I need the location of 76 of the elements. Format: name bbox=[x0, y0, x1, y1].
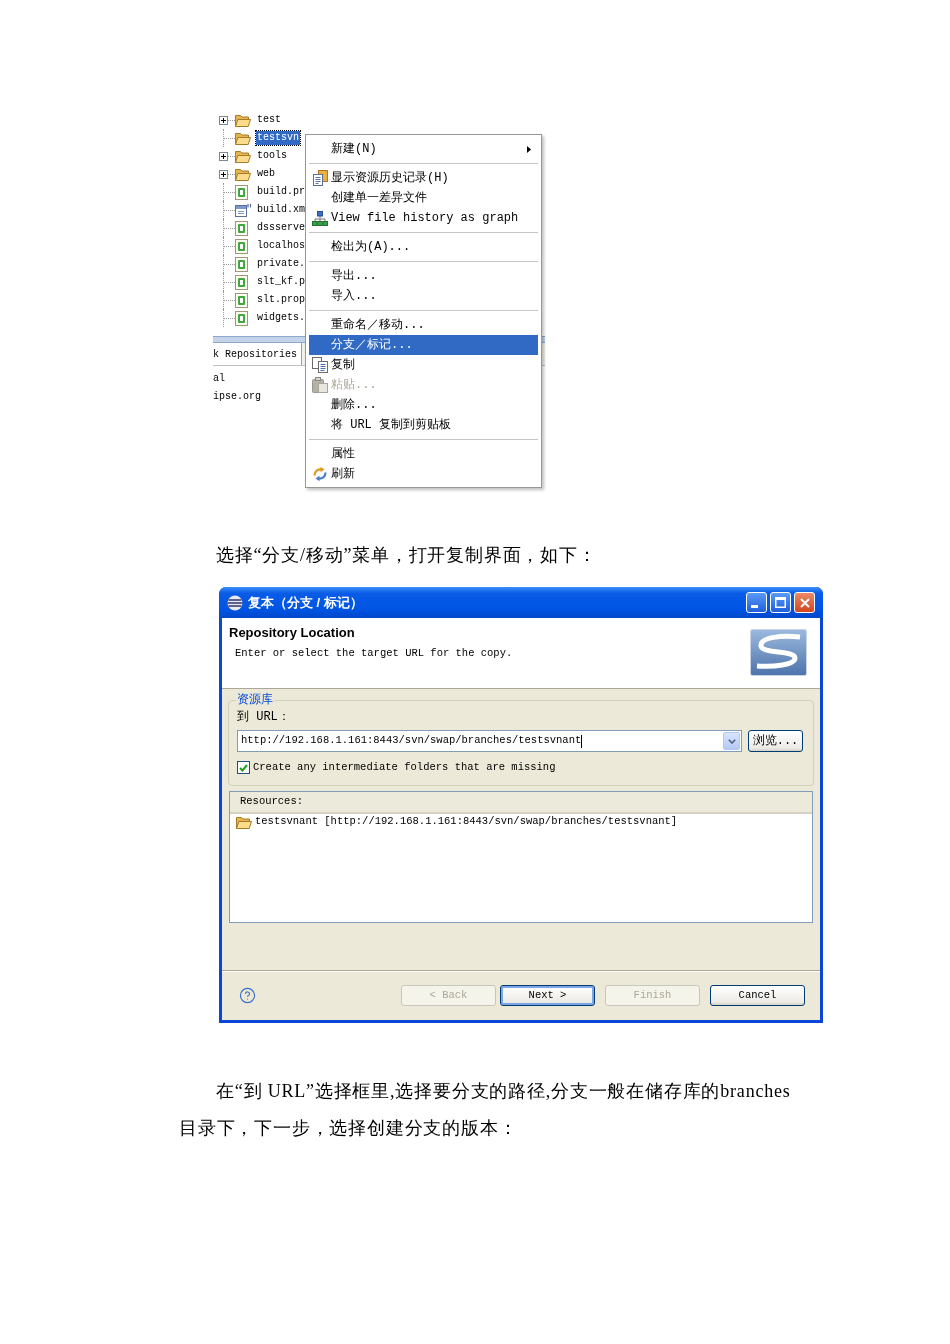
help-icon[interactable] bbox=[239, 987, 256, 1004]
field-label: 到 URL： bbox=[237, 710, 290, 724]
menu-item[interactable]: 删除... bbox=[309, 395, 538, 415]
swoosh-logo-icon bbox=[750, 629, 807, 677]
file-icon bbox=[235, 256, 248, 272]
minimize-button[interactable] bbox=[746, 592, 767, 613]
documents-icon bbox=[312, 170, 328, 186]
menu-item[interactable]: 重命名／移动... bbox=[309, 315, 538, 335]
browse-button[interactable]: 浏览... bbox=[748, 730, 803, 752]
menu-item[interactable]: 分支／标记... bbox=[309, 335, 538, 355]
close-icon bbox=[799, 597, 810, 608]
menu-item[interactable]: 导入... bbox=[309, 286, 538, 306]
clipboard-icon bbox=[312, 377, 328, 393]
dialog-button[interactable]: Cancel bbox=[710, 985, 805, 1006]
repository-item[interactable]: al bbox=[213, 369, 225, 387]
resource-row[interactable]: testsvnant [http://192.168.1.161:8443/svn/swap/branches/testsvnant] bbox=[255, 814, 678, 831]
folder-icon bbox=[235, 113, 251, 127]
menu-item[interactable]: View file history as graph bbox=[309, 208, 538, 228]
dropdown-button[interactable] bbox=[723, 732, 740, 750]
plus-box-icon[interactable] bbox=[219, 169, 228, 179]
minimize-icon bbox=[751, 605, 758, 608]
menu-item[interactable]: 将 URL 复制到剪贴板 bbox=[309, 415, 538, 435]
folder-icon bbox=[235, 149, 251, 163]
dialog-button[interactable]: Next > bbox=[500, 985, 595, 1006]
url-combobox[interactable]: http://192.168.1.161:8443/svn/swap/branches/testsvnant bbox=[237, 730, 742, 752]
tree-item-label[interactable]: web bbox=[256, 167, 276, 181]
chevron-down-icon bbox=[727, 738, 736, 744]
folder-icon bbox=[236, 815, 252, 829]
tree-item-label[interactable]: build.xm bbox=[256, 203, 306, 217]
node-tree-icon bbox=[312, 210, 328, 226]
plus-box-icon[interactable] bbox=[219, 151, 228, 161]
tree-item-label[interactable]: testsvn bbox=[256, 131, 300, 145]
tree-item-label[interactable]: widgets. bbox=[256, 311, 306, 325]
menu-item[interactable]: 导出... bbox=[309, 266, 538, 286]
paragraph: 选择“分支/移动”菜单，打开复制界面，如下： bbox=[216, 545, 597, 565]
paragraph: 在“到 URL”选择框里,选择要分支的路径,分支一般在储存库的branches目录下，下一步，选择创建分支的版本： bbox=[179, 1080, 792, 1140]
file-icon bbox=[235, 292, 248, 308]
checkbox[interactable] bbox=[237, 761, 250, 775]
menu-item[interactable]: 刷新 bbox=[309, 464, 538, 484]
tree-item-label[interactable]: build.pr bbox=[256, 185, 306, 199]
striped-sphere-icon bbox=[227, 594, 243, 611]
menu-item[interactable]: 新建(N) bbox=[309, 139, 538, 159]
menu-item[interactable]: 创建单一差异文件 bbox=[309, 188, 538, 208]
column-header: Resources: bbox=[230, 791, 812, 814]
view-tab[interactable]: k Repositories bbox=[213, 343, 302, 365]
folder-icon bbox=[235, 167, 251, 181]
page-title: Repository Location bbox=[229, 625, 355, 641]
file-icon bbox=[235, 238, 248, 254]
tree-item-label[interactable]: slt.prop bbox=[256, 293, 306, 307]
tree-item-label[interactable]: localhos bbox=[256, 239, 306, 253]
maximize-button[interactable] bbox=[770, 592, 791, 613]
menu-item[interactable]: 复制 bbox=[309, 355, 538, 375]
file-icon bbox=[235, 274, 248, 290]
copy-icon bbox=[312, 357, 328, 373]
file-icon bbox=[235, 220, 248, 236]
repository-item[interactable]: ipse.org bbox=[213, 387, 261, 405]
file-icon bbox=[235, 184, 248, 200]
menu-item[interactable]: 属性 bbox=[309, 444, 538, 464]
window-title: 复本（分支 / 标记） bbox=[248, 593, 363, 612]
document-icon bbox=[235, 203, 252, 217]
tree-item-label[interactable]: dssserve bbox=[256, 221, 306, 235]
file-icon bbox=[235, 310, 248, 326]
menu-item[interactable]: 显示资源历史记录(H) bbox=[309, 168, 538, 188]
checkbox-label: Create any intermediate folders that are missing bbox=[253, 760, 556, 775]
tree-item-label[interactable]: slt_kf.p bbox=[256, 275, 306, 289]
close-button[interactable] bbox=[794, 592, 815, 613]
tree-item-label[interactable]: tools bbox=[256, 149, 288, 163]
page-description: Enter or select the target URL for the copy. bbox=[235, 646, 513, 660]
plus-box-icon[interactable] bbox=[219, 115, 228, 125]
refresh-icon bbox=[312, 466, 328, 482]
folder-icon bbox=[235, 131, 251, 145]
group-label: 资源库 bbox=[236, 693, 274, 707]
menu-item[interactable]: 检出为(A)... bbox=[309, 237, 538, 257]
tree-item-label[interactable]: test bbox=[256, 113, 282, 127]
tree-item-label[interactable]: private. bbox=[256, 257, 306, 271]
maximize-icon bbox=[775, 597, 786, 608]
